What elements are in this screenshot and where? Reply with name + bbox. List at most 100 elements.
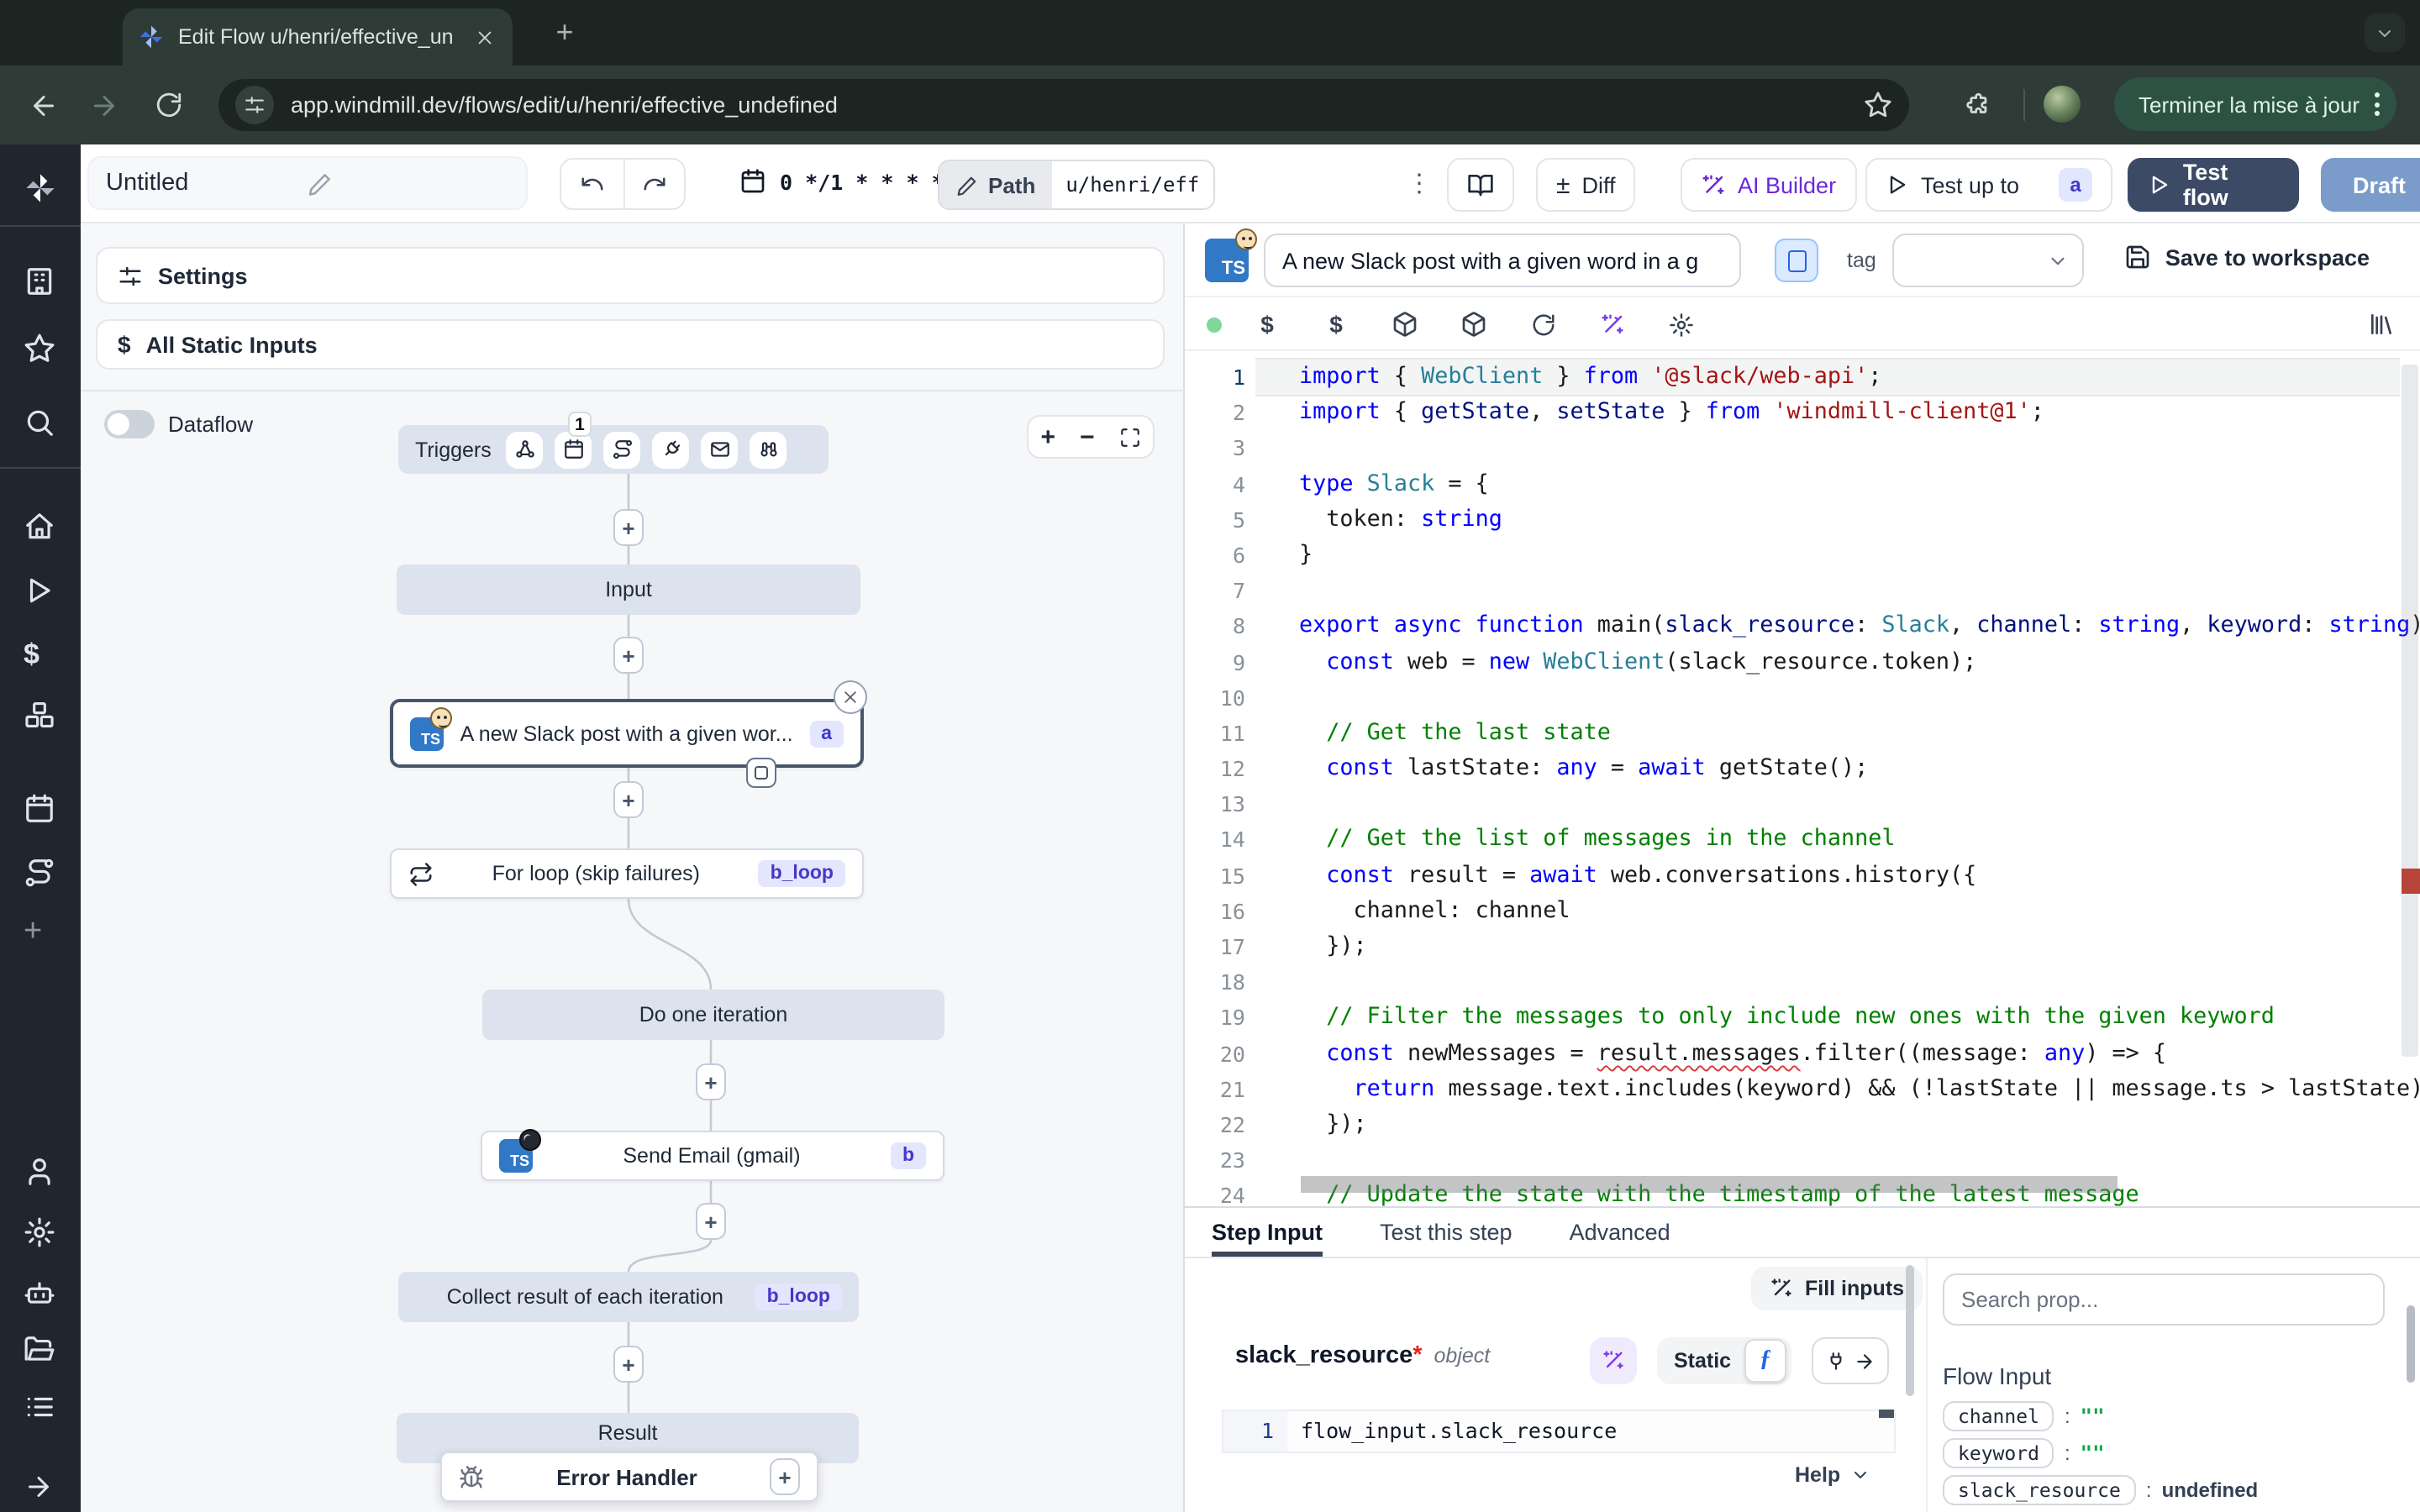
sidebar-item-resources[interactable] bbox=[24, 699, 57, 732]
insert-step-button[interactable]: + bbox=[613, 509, 644, 546]
prop-row-keyword[interactable]: keyword : "" bbox=[1943, 1438, 2105, 1468]
settings-card[interactable]: Settings bbox=[96, 247, 1165, 304]
help-button[interactable]: Help bbox=[1795, 1463, 1870, 1487]
library-icon[interactable] bbox=[2366, 309, 2396, 339]
email-trigger-icon[interactable] bbox=[702, 431, 739, 468]
tab-advanced[interactable]: Advanced bbox=[1570, 1208, 1670, 1257]
code-line[interactable]: }); bbox=[1299, 1107, 2400, 1142]
function-mode-button[interactable]: ƒ bbox=[1744, 1339, 1786, 1383]
sidebar-collapse-icon[interactable] bbox=[24, 1472, 57, 1505]
code-line[interactable]: channel: channel bbox=[1299, 894, 2400, 929]
code-line[interactable]: const result = await web.conversations.h… bbox=[1299, 858, 2400, 893]
code-line[interactable]: export async function main(slack_resourc… bbox=[1299, 609, 2400, 644]
ai-generate-button[interactable] bbox=[1590, 1337, 1637, 1384]
dataflow-toggle[interactable] bbox=[104, 410, 155, 438]
sidebar-item-workers[interactable] bbox=[24, 1277, 57, 1310]
prop-name[interactable]: channel bbox=[1943, 1401, 2054, 1431]
code-line[interactable]: // Get the last state bbox=[1299, 716, 2400, 751]
fit-view-icon[interactable] bbox=[1118, 426, 1140, 448]
sidebar-item-users[interactable] bbox=[24, 1156, 57, 1189]
flow-name-field[interactable]: Untitled bbox=[87, 156, 528, 210]
code-line[interactable]: }); bbox=[1299, 929, 2400, 964]
code-line[interactable]: token: string bbox=[1299, 502, 2400, 538]
tab-search-button[interactable] bbox=[2365, 13, 2405, 52]
more-options-icon[interactable]: ⋮ bbox=[1407, 168, 1432, 198]
test-up-to-button[interactable]: Test up to a bbox=[1865, 158, 2112, 212]
forward-button[interactable] bbox=[81, 82, 128, 128]
code-line[interactable]: } bbox=[1299, 538, 2400, 573]
ai-builder-button[interactable]: AI Builder bbox=[1681, 158, 1856, 212]
site-settings-icon[interactable] bbox=[235, 86, 274, 124]
diff-button[interactable]: ± Diff bbox=[1536, 158, 1636, 212]
insert-step-button[interactable]: + bbox=[696, 1063, 726, 1100]
tab-close-icon[interactable] bbox=[471, 24, 497, 50]
script-box-button[interactable] bbox=[1775, 239, 1818, 282]
code-line[interactable] bbox=[1299, 431, 2400, 466]
code-line[interactable] bbox=[1299, 964, 2400, 1000]
code-line[interactable]: const web = new WebClient(slack_resource… bbox=[1299, 644, 2400, 680]
sidebar-item-folders[interactable] bbox=[24, 1334, 57, 1368]
code-line[interactable] bbox=[1299, 787, 2400, 822]
code-line[interactable]: // Filter the messages to only include n… bbox=[1299, 1000, 2400, 1036]
sidebar-item-favorites[interactable] bbox=[24, 333, 57, 366]
back-button[interactable] bbox=[20, 82, 67, 128]
code-line[interactable]: const newMessages = result.messages.filt… bbox=[1299, 1036, 2400, 1071]
webhook-trigger-icon[interactable] bbox=[507, 431, 544, 468]
code-line[interactable]: // Get the list of messages in the chann… bbox=[1299, 822, 2400, 858]
gear-icon[interactable] bbox=[1665, 309, 1696, 339]
prop-name[interactable]: keyword bbox=[1943, 1438, 2054, 1468]
test-up-to-step-badge[interactable]: a bbox=[2059, 168, 2092, 202]
code-line[interactable]: return message.text.includes(keyword) &&… bbox=[1299, 1072, 2400, 1107]
new-tab-button[interactable]: + bbox=[546, 15, 583, 52]
poll-trigger-icon[interactable] bbox=[750, 431, 787, 468]
insert-step-button[interactable]: + bbox=[696, 1203, 726, 1240]
path-value[interactable]: u/henri/eff bbox=[1052, 161, 1213, 208]
profile-avatar[interactable] bbox=[2044, 86, 2081, 123]
edit-pencil-icon[interactable] bbox=[308, 171, 509, 196]
search-prop-input[interactable] bbox=[1943, 1273, 2385, 1326]
prop-scrollbar[interactable] bbox=[2407, 1305, 2415, 1383]
fill-inputs-button[interactable]: Fill inputs bbox=[1751, 1267, 1923, 1310]
draft-button[interactable]: Draft bbox=[2321, 158, 2420, 212]
code-line[interactable]: import { getState, setState } from 'wind… bbox=[1299, 395, 2400, 430]
code-line[interactable]: const lastState: any = await getState(); bbox=[1299, 751, 2400, 786]
prop-row-channel[interactable]: channel : "" bbox=[1943, 1401, 2105, 1431]
browser-tab[interactable]: Edit Flow u/henri/effective_un bbox=[123, 8, 513, 66]
package-icon[interactable] bbox=[1459, 309, 1489, 339]
for-loop-node[interactable]: For loop (skip failures) b_loop bbox=[390, 848, 864, 899]
static-toggle[interactable]: Static ƒ bbox=[1657, 1337, 1791, 1384]
sidebar-item-schedules[interactable] bbox=[24, 793, 57, 827]
undo-button[interactable] bbox=[561, 160, 623, 208]
editor-vertical-scrollbar[interactable] bbox=[2402, 365, 2418, 1057]
test-flow-button[interactable]: Test flow bbox=[2128, 158, 2299, 212]
tag-select[interactable] bbox=[1892, 234, 2084, 287]
tab-test-this-step[interactable]: Test this step bbox=[1380, 1208, 1512, 1257]
docs-button[interactable] bbox=[1447, 158, 1514, 212]
package-icon[interactable] bbox=[1390, 309, 1420, 339]
insert-step-button[interactable]: + bbox=[613, 781, 644, 818]
editor-horizontal-scrollbar[interactable] bbox=[1301, 1176, 2118, 1193]
delete-step-button[interactable] bbox=[834, 680, 867, 714]
bookmark-star-icon[interactable] bbox=[1864, 91, 1892, 119]
step-name-input[interactable] bbox=[1264, 234, 1741, 287]
sidebar-item-workspace[interactable] bbox=[24, 265, 57, 299]
sidebar-item-settings[interactable] bbox=[24, 1216, 57, 1250]
insert-step-button[interactable]: + bbox=[613, 637, 644, 674]
sidebar-item-logs[interactable] bbox=[24, 1391, 57, 1425]
variables-icon[interactable]: $ bbox=[1252, 309, 1282, 339]
sidebar-item-runs[interactable] bbox=[24, 575, 57, 608]
sidebar-item-variables[interactable]: $ bbox=[24, 638, 57, 672]
url-bar[interactable]: app.windmill.dev/flows/edit/u/henri/effe… bbox=[218, 79, 1909, 131]
zoom-in-icon[interactable]: + bbox=[1040, 423, 1055, 451]
zoom-out-icon[interactable]: − bbox=[1080, 423, 1095, 451]
insert-step-button[interactable]: + bbox=[613, 1346, 644, 1383]
sidebar-item-add[interactable]: + bbox=[24, 914, 57, 948]
schedule-summary[interactable]: 0 */1 * * * * bbox=[739, 168, 944, 195]
send-email-node[interactable]: TS Send Email (gmail) b bbox=[481, 1131, 944, 1181]
ai-wand-icon[interactable] bbox=[1597, 309, 1627, 339]
code-line[interactable] bbox=[1299, 680, 2400, 715]
chrome-menu-icon[interactable] bbox=[2375, 92, 2380, 116]
redo-button[interactable] bbox=[623, 160, 684, 208]
chrome-update-button[interactable]: Terminer la mise à jour bbox=[2113, 77, 2396, 131]
sidebar-item-home[interactable] bbox=[24, 511, 57, 544]
